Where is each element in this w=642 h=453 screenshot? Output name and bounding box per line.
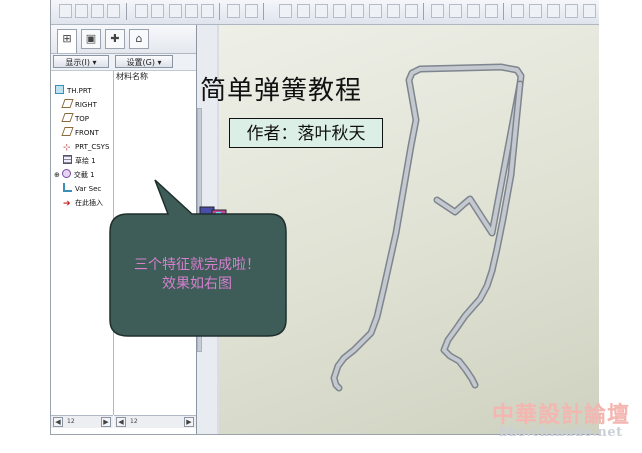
spring-wire-left <box>332 65 523 390</box>
author-box: 作者：落叶秋天 <box>229 118 383 148</box>
callout-line-2: 效果如右图 <box>162 276 232 292</box>
callout-text: 三个特征就完成啦！ 效果如右图 <box>112 256 282 294</box>
watermark-url: bbs.chinade.net <box>499 425 623 440</box>
callout-line-1: 三个特征就完成啦！ <box>134 257 260 273</box>
site-watermark: 中華設計論壇 bbs.chinade.net <box>484 395 638 447</box>
slide-title: 简单弹簧教程 <box>200 76 363 106</box>
spring-model-svg <box>109 63 525 392</box>
spring-wire <box>330 63 525 392</box>
slide-canvas: ⊞ ▣ ✚ ⌂ 显示(I) ▾ 设置(G) ▾ TH.PRT RIGHT TOP <box>0 0 642 453</box>
